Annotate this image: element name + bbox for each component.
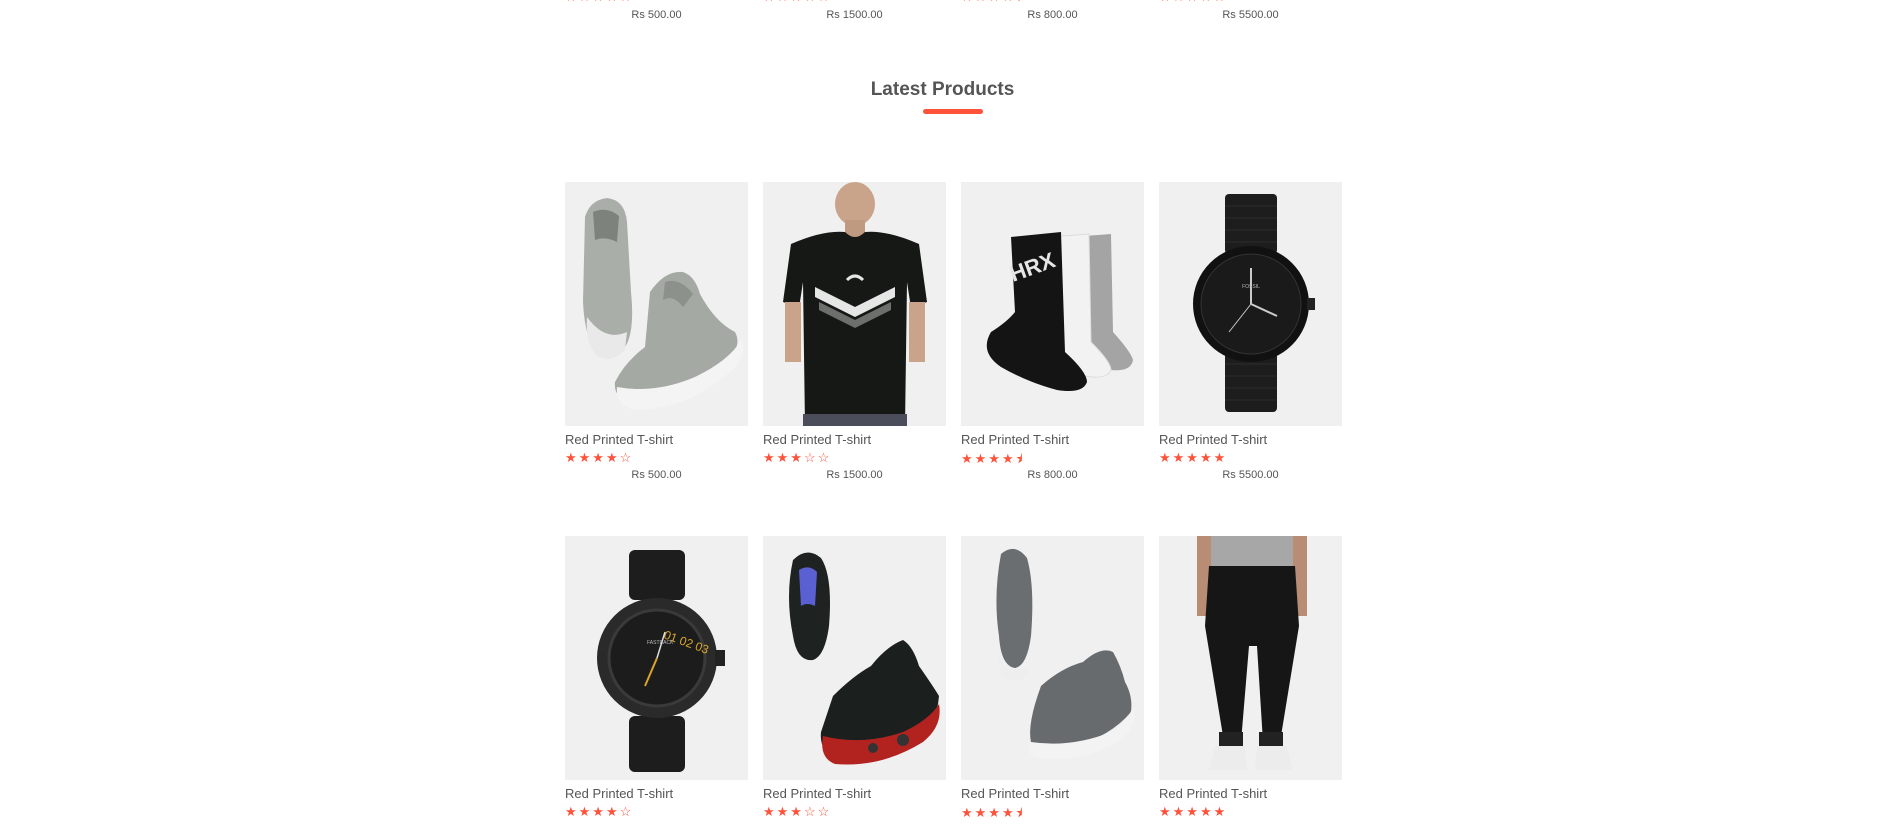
product-name[interactable]: Red Printed T-shirt — [565, 432, 673, 447]
previous-product-row: ★★★★☆ Rs 500.00 ★★★☆☆ Rs 1500.00 ★★★★⯨ R… — [0, 0, 1885, 30]
rating-stars: ★★★★★ — [1159, 450, 1228, 465]
product-image-black-tshirt[interactable] — [763, 182, 946, 426]
product-card[interactable]: Red Printed T-shirt ★★★☆☆ Rs 1500.00 — [763, 182, 946, 481]
product-name[interactable]: Red Printed T-shirt — [565, 786, 673, 801]
product-name[interactable]: Red Printed T-shirt — [1159, 786, 1267, 801]
product-name[interactable]: Red Printed T-shirt — [763, 786, 871, 801]
product-card[interactable]: FOSSIL Red Printed T-shirt ★★★★★ Rs 5500… — [1159, 182, 1342, 481]
product-price: Rs 800.00 — [1027, 469, 1078, 481]
product-image-running-shoes[interactable] — [763, 536, 946, 780]
rating-stars: ★★★★☆ — [565, 804, 634, 819]
product-image-slip-on-shoes[interactable] — [961, 536, 1144, 780]
rating-stars: ★★★★★ — [1159, 0, 1227, 4]
rating-stars: ★★★★⯨ — [961, 805, 1025, 820]
product-image-black-joggers[interactable] — [1159, 536, 1342, 780]
product-card[interactable]: Red Printed T-shirt ★★★★⯨ — [961, 536, 1144, 820]
rating-stars: ★★★★☆ — [565, 450, 634, 465]
rating-stars: ★★★☆☆ — [763, 450, 832, 465]
product-image-grey-sneakers[interactable] — [565, 182, 748, 426]
rating-stars: ★★★☆☆ — [763, 0, 831, 4]
rating-stars: ★★★★★ — [1159, 804, 1228, 819]
product-price: Rs 500.00 — [631, 469, 682, 481]
svg-text:FOSSIL: FOSSIL — [1242, 284, 1260, 290]
rating-stars: ★★★★☆ — [565, 0, 633, 4]
product-card[interactable]: Red Printed T-shirt ★★★★★ — [1159, 536, 1342, 819]
product-card[interactable]: Red Printed T-shirt ★★★★☆ Rs 500.00 — [565, 182, 748, 481]
product-image-black-watch[interactable]: FOSSIL — [1159, 182, 1342, 426]
product-price: Rs 1500.00 — [826, 9, 883, 21]
product-name[interactable]: Red Printed T-shirt — [1159, 432, 1267, 447]
product-card[interactable]: Red Printed T-shirt ★★★☆☆ — [763, 536, 946, 819]
product-name[interactable]: Red Printed T-shirt — [763, 432, 871, 447]
product-card[interactable]: HRX Red Printed T-shirt ★★★★⯨ Rs 800.00 — [961, 182, 1144, 481]
product-price: Rs 800.00 — [1027, 9, 1078, 21]
rating-stars: ★★★★⯨ — [961, 0, 1025, 4]
product-card[interactable]: 01 02 03 FASTRACK Red Printed T-shirt ★★… — [565, 536, 748, 819]
product-price: Rs 500.00 — [631, 9, 682, 21]
product-name[interactable]: Red Printed T-shirt — [961, 432, 1069, 447]
section-title: Latest Products — [870, 79, 1015, 100]
rating-stars: ★★★☆☆ — [763, 804, 832, 819]
product-image-leather-watch[interactable]: 01 02 03 FASTRACK — [565, 536, 748, 780]
product-price: Rs 5500.00 — [1222, 9, 1279, 21]
product-name[interactable]: Red Printed T-shirt — [961, 786, 1069, 801]
title-underline — [923, 109, 983, 114]
product-price: Rs 5500.00 — [1222, 469, 1279, 481]
product-image-socks[interactable]: HRX — [961, 182, 1144, 426]
product-price: Rs 1500.00 — [826, 469, 883, 481]
